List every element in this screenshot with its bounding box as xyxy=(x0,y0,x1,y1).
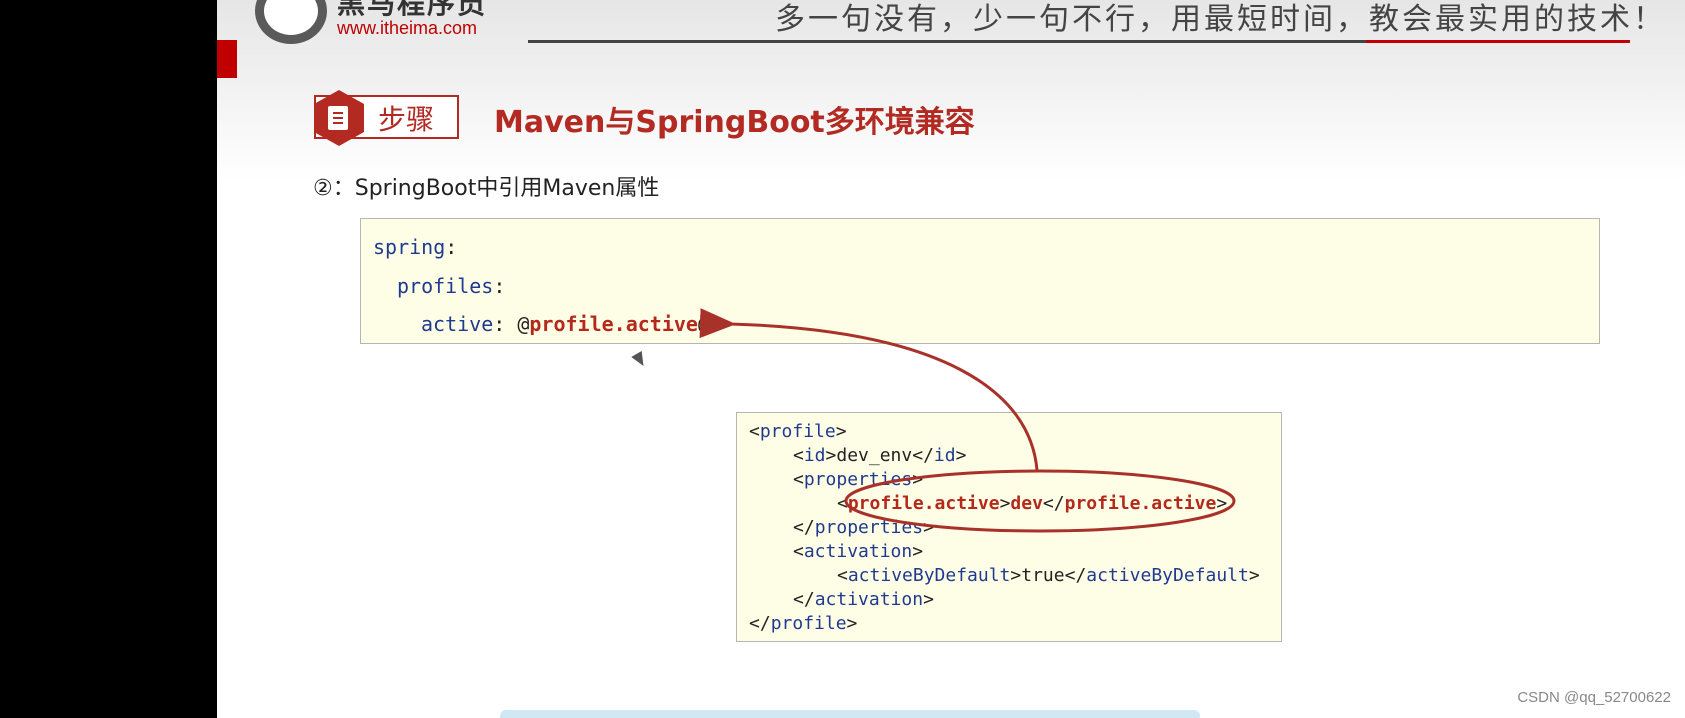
watermark: CSDN @qq_52700622 xyxy=(1517,689,1671,706)
highlight-ellipse xyxy=(844,469,1236,533)
decorative-wave xyxy=(500,710,1200,718)
annotation-overlay xyxy=(699,308,1236,533)
arrow-icon xyxy=(699,308,1039,471)
